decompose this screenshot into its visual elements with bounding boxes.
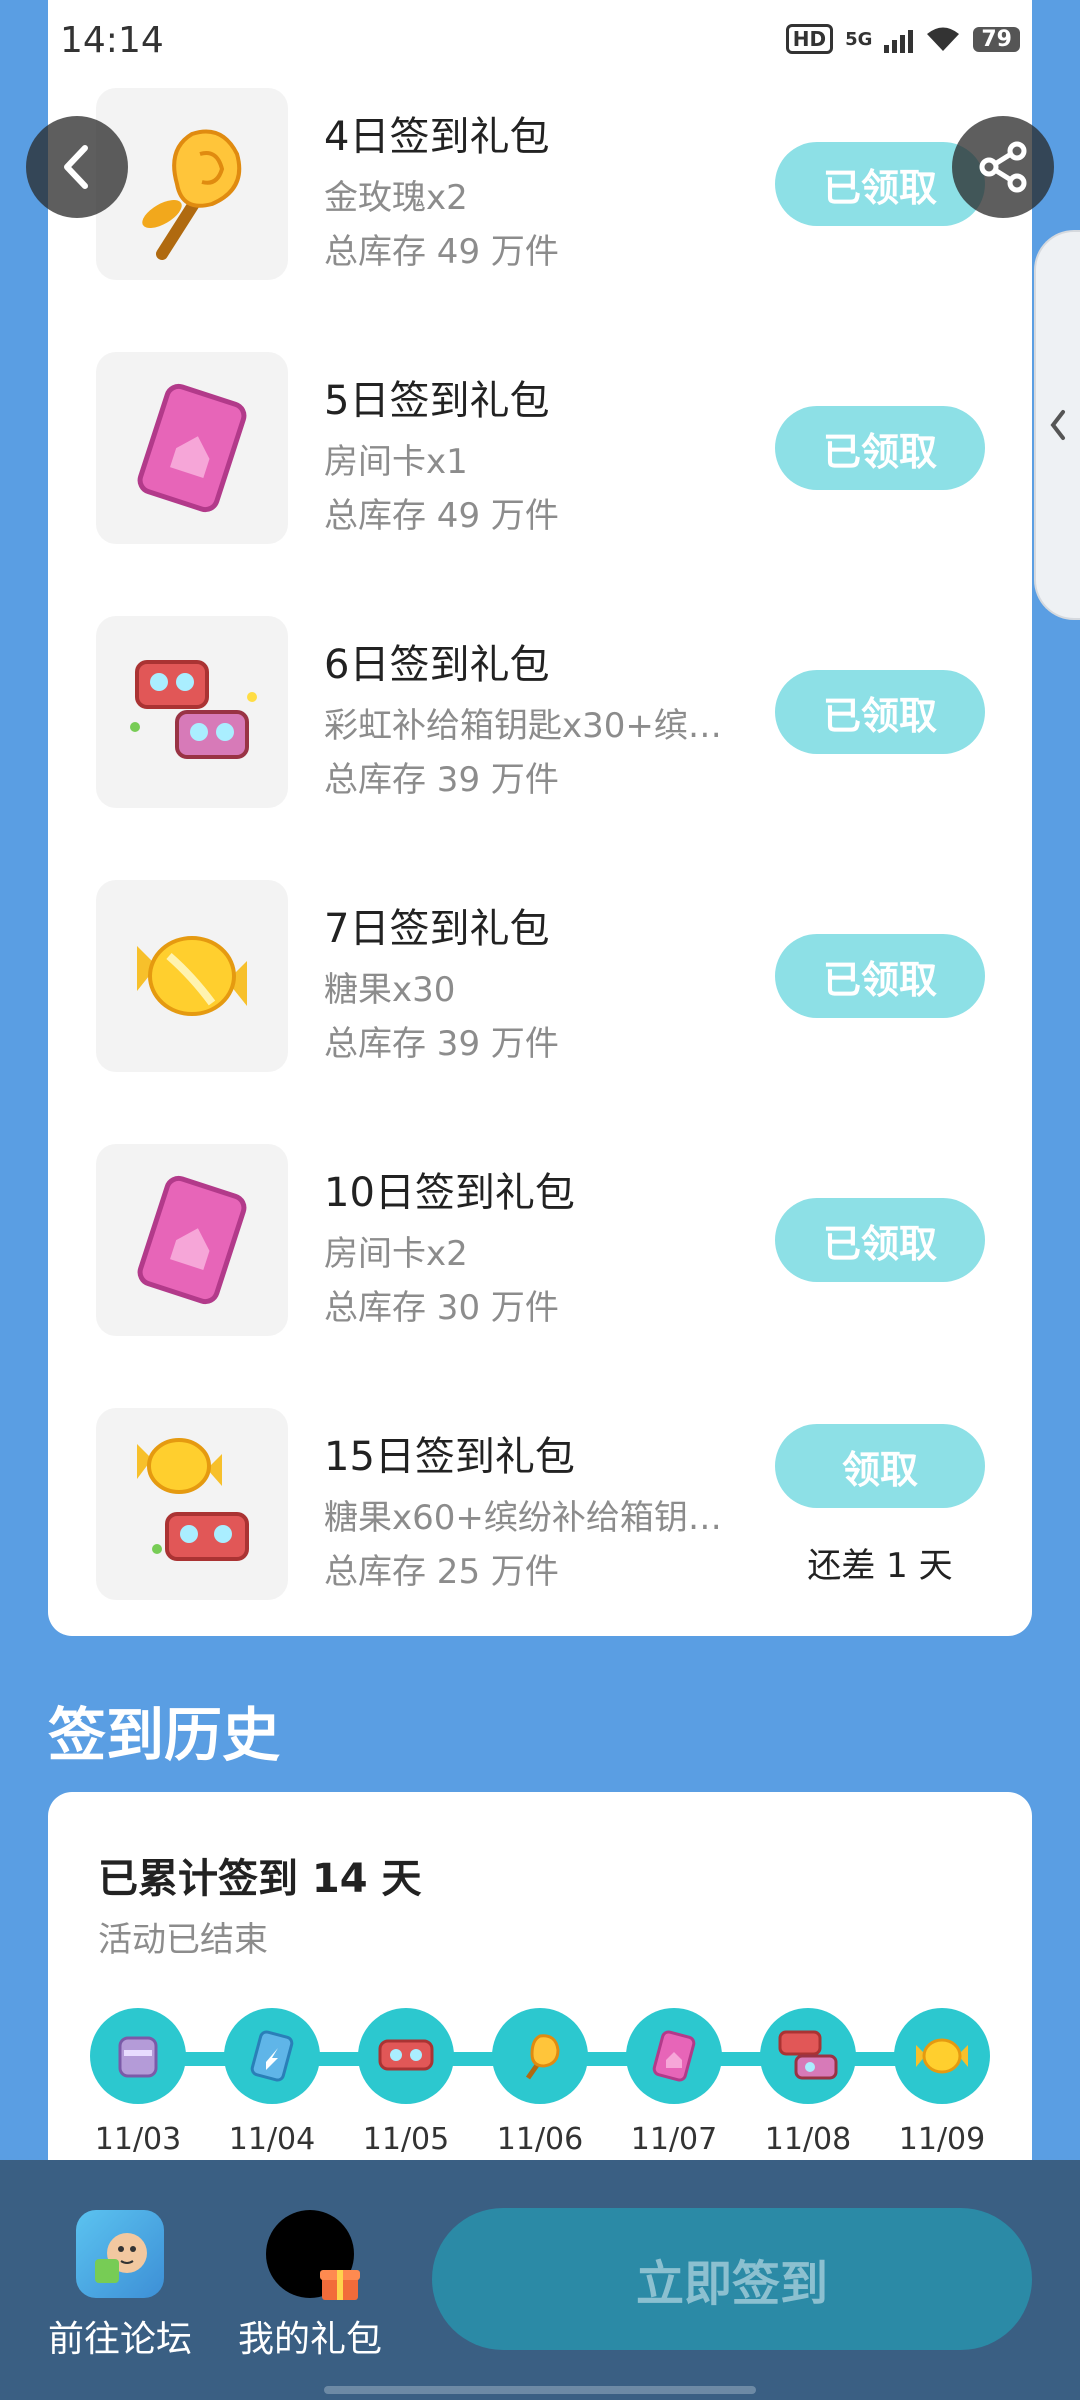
day-node-card-icon: [224, 2008, 320, 2104]
reward-title: 10日签到礼包: [324, 1170, 575, 1216]
reward-desc: 房间卡x2: [324, 1234, 468, 1274]
share-icon: [979, 141, 1027, 193]
day-label: 11/07: [630, 2122, 718, 2157]
reward-row: 15日签到礼包 糖果x60+缤纷补给箱钥… 总库存 25 万件 领取 还差 1 …: [96, 1408, 986, 1600]
day-node-room-card-icon: [626, 2008, 722, 2104]
reward-stock: 总库存 49 万件: [324, 496, 559, 536]
bottom-bar: 前往论坛 我的礼包 立即签到: [0, 2160, 1080, 2400]
reward-stock: 总库存 49 万件: [324, 232, 559, 272]
day-node-chest-icon: [90, 2008, 186, 2104]
room-card-icon: [96, 352, 288, 544]
reward-row: 7日签到礼包 糖果x30 总库存 39 万件 已领取: [96, 880, 986, 1072]
day-label: 11/09: [898, 2122, 986, 2157]
reward-row: 5日签到礼包 房间卡x1 总库存 49 万件 已领取: [96, 352, 986, 544]
reward-stock: 总库存 39 万件: [324, 760, 559, 800]
reward-title: 5日签到礼包: [324, 378, 550, 424]
day-node-candy-icon: [894, 2008, 990, 2104]
sign-in-button[interactable]: 立即签到: [432, 2208, 1032, 2350]
room-card-icon: [96, 1144, 288, 1336]
back-button[interactable]: [26, 116, 128, 218]
candy-icon: [96, 880, 288, 1072]
share-button[interactable]: [952, 116, 1054, 218]
claimed-button[interactable]: 已领取: [775, 934, 985, 1018]
history-total: 已累计签到 14 天: [98, 1856, 422, 1902]
claimed-button[interactable]: 已领取: [775, 406, 985, 490]
forum-label: 前往论坛: [47, 2319, 192, 2360]
reward-title: 7日签到礼包: [324, 906, 550, 952]
hd-icon: HD: [785, 24, 834, 54]
day-label: 11/06: [496, 2122, 584, 2157]
claim-countdown: 还差 1 天: [807, 1546, 953, 1586]
claim-button[interactable]: 领取: [775, 1424, 985, 1508]
day-label: 11/03: [94, 2122, 182, 2157]
game-avatar-icon: [76, 2210, 164, 2298]
gift-icon: [266, 2210, 360, 2300]
day-node-keys-icon: [760, 2008, 856, 2104]
supply-keys-icon: [96, 616, 288, 808]
history-section-title: 签到历史: [48, 1701, 281, 1769]
status-time: 14:14: [60, 20, 164, 61]
reward-row: 6日签到礼包 彩虹补给箱钥匙x30+缤… 总库存 39 万件 已领取: [96, 616, 986, 808]
reward-stock: 总库存 25 万件: [324, 1552, 559, 1592]
reward-row: 10日签到礼包 房间卡x2 总库存 30 万件 已领取: [96, 1144, 986, 1336]
reward-title: 15日签到礼包: [324, 1434, 575, 1480]
day-node-keys-icon: [358, 2008, 454, 2104]
day-label: 11/08: [764, 2122, 852, 2157]
reward-desc: 金玫瑰x2: [324, 178, 468, 218]
network-type: 5G: [845, 28, 873, 50]
forum-link[interactable]: 前往论坛: [20, 2210, 220, 2362]
chevron-left-icon: [1050, 410, 1065, 440]
wifi-icon: [927, 27, 960, 51]
reward-title: 4日签到礼包: [324, 114, 550, 160]
signal-icon: [884, 25, 914, 53]
status-icons: HD 5G 79: [785, 24, 1020, 54]
side-drawer-handle[interactable]: [1034, 230, 1080, 620]
my-gifts-label: 我的礼包: [237, 2319, 382, 2360]
reward-desc: 彩虹补给箱钥匙x30+缤…: [324, 706, 722, 746]
status-bar: 14:14 HD 5G 79: [0, 0, 1080, 80]
day-label: 11/04: [228, 2122, 316, 2157]
reward-title: 6日签到礼包: [324, 642, 550, 688]
reward-desc: 糖果x60+缤纷补给箱钥…: [324, 1498, 722, 1538]
home-indicator[interactable]: [324, 2386, 756, 2394]
reward-desc: 糖果x30: [324, 970, 456, 1010]
chevron-left-icon: [64, 145, 88, 189]
candy-keys-icon: [96, 1408, 288, 1600]
reward-stock: 总库存 39 万件: [324, 1024, 559, 1064]
reward-desc: 房间卡x1: [324, 442, 468, 482]
reward-row: 4日签到礼包 金玫瑰x2 总库存 49 万件 已领取: [96, 88, 986, 280]
my-gifts-link[interactable]: 我的礼包: [210, 2210, 410, 2362]
day-node-gold-rose-icon: [492, 2008, 588, 2104]
reward-stock: 总库存 30 万件: [324, 1288, 559, 1328]
day-label: 11/05: [362, 2122, 450, 2157]
claimed-button[interactable]: 已领取: [775, 670, 985, 754]
claimed-button[interactable]: 已领取: [775, 1198, 985, 1282]
battery-icon: 79: [973, 26, 1020, 52]
history-status: 活动已结束: [98, 1920, 268, 1960]
